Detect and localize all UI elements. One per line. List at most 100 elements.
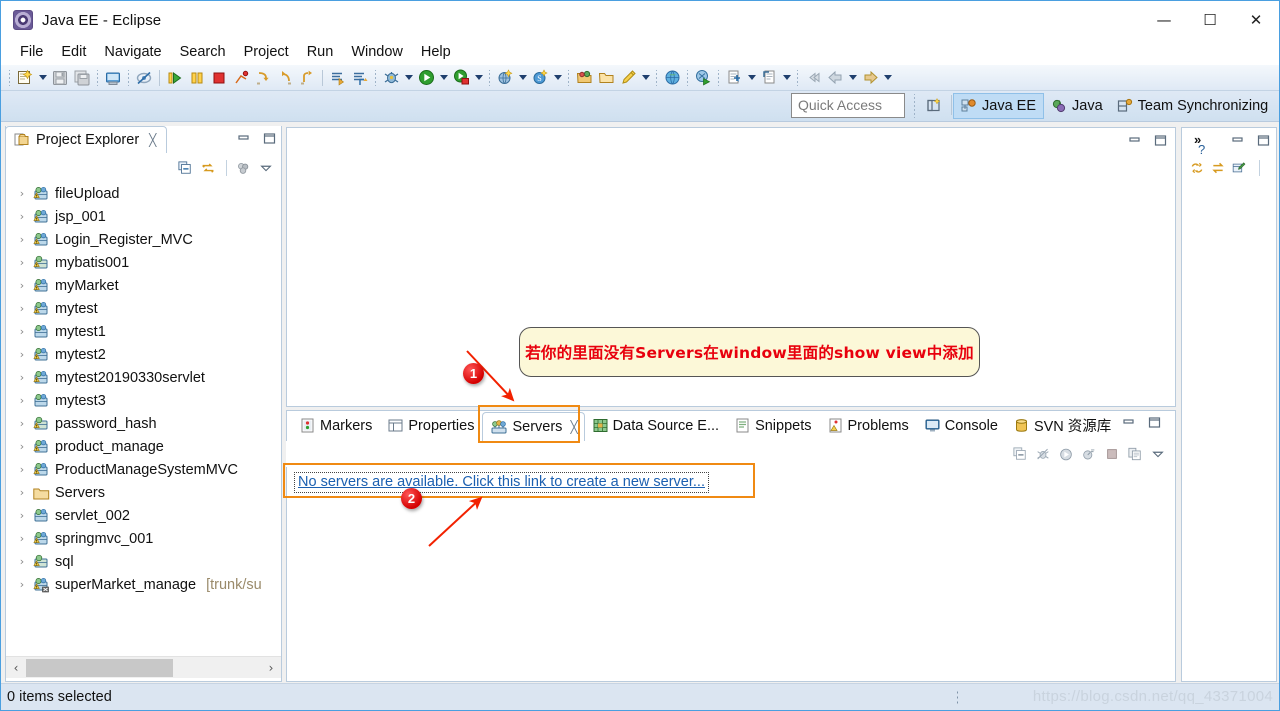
expand-arrow-icon[interactable]: › <box>16 371 28 384</box>
expand-arrow-icon[interactable]: › <box>16 578 28 591</box>
new-wizard-icon[interactable] <box>14 67 36 89</box>
project-explorer-hscrollbar[interactable]: ‹ › <box>6 656 281 678</box>
expand-arrow-icon[interactable]: › <box>16 233 28 246</box>
new-wizard-dropdown-caret[interactable] <box>36 67 49 89</box>
view-menu-icon[interactable] <box>1151 447 1165 461</box>
maximize-icon[interactable] <box>262 131 276 145</box>
expand-arrow-icon[interactable]: › <box>16 302 28 315</box>
toolbar-drag-handle[interactable] <box>7 69 12 86</box>
new-spring-dropdown-caret[interactable] <box>551 67 564 89</box>
tree-item-sql[interactable]: › sql <box>6 550 281 573</box>
tree-item-password-hash[interactable]: › password_hash <box>6 412 281 435</box>
maximize-icon[interactable] <box>1256 133 1270 147</box>
new-jee-dropdown-caret[interactable] <box>516 67 529 89</box>
open-perspective-icon[interactable] <box>921 93 947 118</box>
expand-arrow-icon[interactable]: › <box>16 187 28 200</box>
start-server-icon[interactable] <box>1059 447 1073 461</box>
tree-item-servlet-002[interactable]: › servlet_002 <box>6 504 281 527</box>
tab-data-source-e[interactable]: Data Source E... <box>585 411 727 440</box>
expand-arrow-icon[interactable]: › <box>16 256 28 269</box>
tab-svn[interactable]: SVN 资源库 <box>1006 411 1119 440</box>
web-browser-icon[interactable] <box>661 67 683 89</box>
focus-on-active-task-icon[interactable] <box>236 161 250 175</box>
quick-access-input[interactable]: Quick Access <box>791 93 905 118</box>
toggle-markoccurrences-icon[interactable] <box>133 67 155 89</box>
tree-item-servers[interactable]: › Servers <box>6 481 281 504</box>
step-over-icon[interactable] <box>274 67 296 89</box>
disconnect-icon[interactable] <box>230 67 252 89</box>
save-icon[interactable] <box>49 67 71 89</box>
tab-problems[interactable]: Problems <box>820 411 917 440</box>
menu-navigate[interactable]: Navigate <box>95 42 170 62</box>
forward-dropdown-caret[interactable] <box>881 67 894 89</box>
tree-item-springmvc-001[interactable]: › springmvc_001 <box>6 527 281 550</box>
perspective-java[interactable]: Java <box>1044 93 1110 119</box>
forward-icon[interactable] <box>859 67 881 89</box>
expand-arrow-icon[interactable]: › <box>16 210 28 223</box>
expand-arrow-icon[interactable]: › <box>16 348 28 361</box>
new-note-icon[interactable] <box>758 67 780 89</box>
expand-arrow-icon[interactable]: › <box>16 417 28 430</box>
open-folder-icon[interactable] <box>595 67 617 89</box>
expand-arrow-icon[interactable]: › <box>16 509 28 522</box>
debug-dropdown-caret[interactable] <box>402 67 415 89</box>
resume-icon[interactable] <box>164 67 186 89</box>
run-external-icon[interactable] <box>450 67 472 89</box>
new-jee-artifact-icon[interactable] <box>494 67 516 89</box>
new-element-dropdown-caret[interactable] <box>745 67 758 89</box>
scroll-right-icon[interactable]: › <box>261 658 281 678</box>
refresh-arrows-icon[interactable] <box>1211 161 1225 175</box>
tab-project-explorer[interactable]: Project Explorer ╳ <box>5 126 168 153</box>
tab-markers[interactable]: Markers <box>292 411 380 440</box>
new-outgoing-icon[interactable] <box>1232 161 1246 175</box>
edit-dropdown-caret[interactable] <box>639 67 652 89</box>
debug-icon[interactable] <box>380 67 402 89</box>
open-type-icon[interactable] <box>573 67 595 89</box>
maximize-icon[interactable] <box>1147 415 1161 429</box>
maximize-button[interactable]: ☐ <box>1187 1 1233 39</box>
expand-arrow-icon[interactable]: › <box>16 279 28 292</box>
tree-item-mybatis001[interactable]: › mybatis001 <box>6 251 281 274</box>
expand-arrow-icon[interactable]: › <box>16 325 28 338</box>
project-tree[interactable]: › fileUpload › jsp_001 › Login_Register_MVC › m… <box>6 182 281 656</box>
tab-properties[interactable]: Properties <box>380 411 482 440</box>
maximize-icon[interactable] <box>1153 133 1167 147</box>
terminate-icon[interactable] <box>208 67 230 89</box>
suspend-icon[interactable] <box>186 67 208 89</box>
run-server-icon[interactable] <box>692 67 714 89</box>
menu-search[interactable]: Search <box>171 42 235 62</box>
menu-help[interactable]: Help <box>412 42 460 62</box>
close-icon[interactable]: ╳ <box>149 133 156 147</box>
expand-arrow-icon[interactable]: › <box>16 394 28 407</box>
synchronize-icon[interactable] <box>1190 161 1204 175</box>
run-icon[interactable] <box>415 67 437 89</box>
menu-window[interactable]: Window <box>342 42 412 62</box>
menu-run[interactable]: Run <box>298 42 343 62</box>
minimize-icon[interactable] <box>236 131 250 145</box>
tree-item-login-register-mvc[interactable]: › Login_Register_MVC <box>6 228 281 251</box>
menu-edit[interactable]: Edit <box>52 42 95 62</box>
back-icon[interactable] <box>824 67 846 89</box>
previous-annotation-icon[interactable] <box>349 67 371 89</box>
collapse-all-icon[interactable] <box>1013 447 1027 461</box>
step-into-icon[interactable] <box>252 67 274 89</box>
perspective-java-ee[interactable]: Java EE <box>953 93 1044 119</box>
tab-servers[interactable]: Servers ╳ <box>482 412 585 441</box>
tree-item-supermarket-manage[interactable]: › superMarket_manage [trunk/su <box>6 573 281 596</box>
perspective-drag-handle[interactable] <box>912 94 917 118</box>
print-icon[interactable] <box>102 67 124 89</box>
menu-file[interactable]: File <box>11 42 52 62</box>
tree-item-mytest3[interactable]: › mytest3 <box>6 389 281 412</box>
new-element-icon[interactable] <box>723 67 745 89</box>
hscroll-track[interactable] <box>26 657 261 678</box>
new-note-dropdown-caret[interactable] <box>780 67 793 89</box>
create-new-server-link[interactable]: No servers are available. Click this lin… <box>294 472 709 493</box>
stop-server-icon[interactable] <box>1105 447 1119 461</box>
view-menu-icon[interactable] <box>259 161 273 175</box>
minimize-button[interactable]: — <box>1141 1 1187 39</box>
run-dropdown-caret[interactable] <box>437 67 450 89</box>
hscroll-thumb[interactable] <box>26 658 173 677</box>
scroll-left-icon[interactable]: ‹ <box>6 658 26 678</box>
perspective-team-synchronizing[interactable]: Team Synchronizing <box>1110 93 1276 119</box>
expand-arrow-icon[interactable]: › <box>16 532 28 545</box>
